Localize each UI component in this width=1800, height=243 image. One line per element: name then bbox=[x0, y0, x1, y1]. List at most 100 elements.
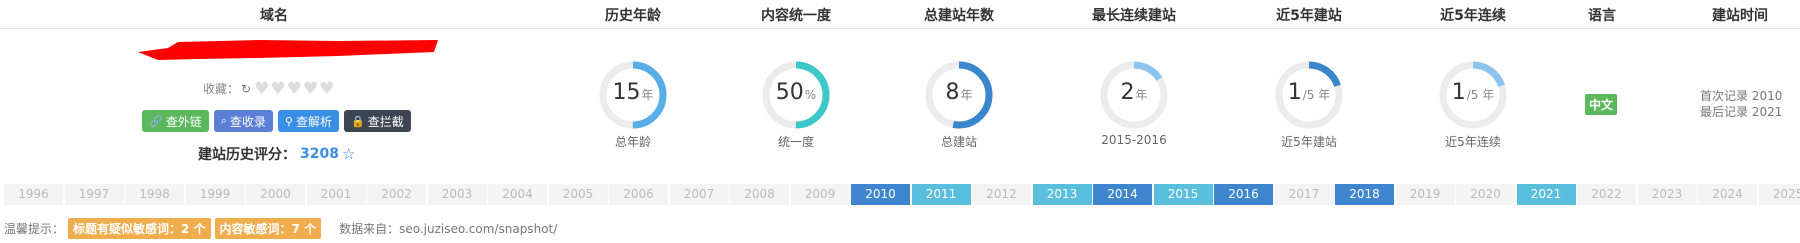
action-buttons: 🔗 查外链 ⌕ 查收录 ⚲ 查解析 🔒 查拦截 bbox=[142, 110, 411, 132]
header-language: 语言 bbox=[1588, 8, 1616, 24]
gauge-unit: % bbox=[804, 88, 817, 102]
year-cell[interactable]: 2007 bbox=[668, 184, 729, 205]
year-cell[interactable]: 1997 bbox=[63, 184, 124, 205]
gauge-label-total-age: 总年龄 bbox=[614, 135, 652, 149]
gauge-unit: 年 bbox=[1135, 88, 1148, 102]
gauge-uniformity: 50% bbox=[760, 59, 832, 131]
location-pin-icon: ⚲ bbox=[284, 114, 293, 128]
year-cell[interactable]: 2019 bbox=[1394, 184, 1455, 205]
header-longest-continuous: 最长连续建站 bbox=[1092, 8, 1176, 24]
header-history-age: 历史年龄 bbox=[605, 8, 661, 24]
header-content-uniformity: 内容统一度 bbox=[761, 8, 831, 24]
score-label: 建站历史评分： bbox=[198, 147, 296, 163]
year-cell[interactable]: 2023 bbox=[1636, 184, 1697, 205]
year-cell[interactable]: 2022 bbox=[1576, 184, 1636, 205]
lock-icon: 🔒 bbox=[350, 114, 365, 128]
gauge-value: 15 bbox=[612, 80, 641, 105]
language-badge: 中文 bbox=[1585, 94, 1618, 115]
gauge-longest-continuous: 2年 bbox=[1098, 59, 1170, 131]
header-recent5-build: 近5年建站 bbox=[1276, 8, 1342, 24]
year-cell[interactable]: 1999 bbox=[184, 184, 245, 205]
check-dns-label: 查解析 bbox=[295, 114, 332, 129]
heart-icon[interactable]: ♥ bbox=[287, 80, 302, 97]
year-cell[interactable]: 2025 bbox=[1757, 184, 1800, 205]
title-sensitive-badge[interactable]: 标题有疑似敏感词：2 个 bbox=[68, 218, 211, 239]
year-cell[interactable]: 2016 bbox=[1213, 184, 1273, 205]
header-build-time: 建站时间 bbox=[1712, 8, 1768, 24]
build-time: 首次记录 2010 最后记录 2021 bbox=[1700, 88, 1782, 120]
search-icon: ⌕ bbox=[220, 114, 227, 127]
year-cell[interactable]: 2001 bbox=[305, 184, 366, 205]
content-sensitive-badge[interactable]: 内容敏感词：7 个 bbox=[214, 218, 322, 239]
year-cell[interactable]: 1998 bbox=[124, 184, 184, 205]
tips-row: 温馨提示： 标题有疑似敏感词：2 个 内容敏感词：7 个 数据来自：seo.ju… bbox=[4, 218, 557, 239]
star-icon[interactable]: ☆ bbox=[342, 145, 355, 163]
gauge-recent5-continuous: 1/5 年 bbox=[1437, 59, 1509, 131]
year-cell[interactable]: 2008 bbox=[729, 184, 789, 205]
gauge-unit: 年 bbox=[960, 88, 973, 102]
check-block-button[interactable]: 🔒 查拦截 bbox=[343, 110, 411, 132]
year-cell[interactable]: 2004 bbox=[487, 184, 547, 205]
gauge-value: 1 bbox=[1287, 80, 1302, 105]
year-cell[interactable]: 2012 bbox=[971, 184, 1031, 205]
gauge-label-total-build: 总建站 bbox=[940, 135, 978, 149]
year-cell[interactable]: 2003 bbox=[426, 184, 487, 205]
check-index-button[interactable]: ⌕ 查收录 bbox=[213, 110, 273, 132]
year-timeline: 1996 1997 1998 1999 2000 2001 2002 2003 2004 2005… bbox=[3, 184, 1800, 205]
gauge-total-age: 15年 bbox=[597, 59, 669, 131]
gauge-label-uniformity: 统一度 bbox=[777, 135, 815, 149]
check-dns-button[interactable]: ⚲ 查解析 bbox=[277, 110, 339, 132]
year-cell[interactable]: 2024 bbox=[1697, 184, 1757, 205]
link-icon: 🔗 bbox=[149, 114, 163, 128]
year-cell[interactable]: 2015 bbox=[1152, 184, 1213, 205]
year-cell[interactable]: 2018 bbox=[1334, 184, 1394, 205]
last-record: 最后记录 2021 bbox=[1700, 105, 1783, 119]
score-value[interactable]: 3208 bbox=[300, 146, 339, 162]
gauge-label-longest-continuous: 2015-2016 bbox=[1101, 133, 1167, 147]
check-backlinks-button[interactable]: 🔗 查外链 bbox=[142, 110, 209, 132]
table-header: 域名 历史年龄 内容统一度 总建站年数 最长连续建站 近5年建站 近5年连续 语… bbox=[0, 0, 1800, 29]
gauge-unit: /5 年 bbox=[1466, 88, 1495, 102]
gauge-total-build: 8年 bbox=[923, 59, 995, 131]
year-cell[interactable]: 2017 bbox=[1273, 184, 1334, 205]
year-cell[interactable]: 1996 bbox=[3, 184, 63, 205]
gauge-value: 8 bbox=[945, 80, 960, 105]
gauge-recent5-build: 1/5 年 bbox=[1273, 59, 1345, 131]
header-domain: 域名 bbox=[260, 8, 288, 24]
heart-icon[interactable]: ♥ bbox=[303, 80, 318, 97]
gauge-label-recent5-continuous: 近5年连续 bbox=[1445, 135, 1501, 149]
heart-icon[interactable]: ♥ bbox=[319, 80, 334, 97]
favorites-label: 收藏： bbox=[203, 82, 240, 96]
gauge-unit: /5 年 bbox=[1302, 88, 1331, 102]
year-cell[interactable]: 2010 bbox=[850, 184, 910, 205]
tips-label: 温馨提示： bbox=[4, 222, 65, 236]
year-cell[interactable]: 2020 bbox=[1455, 184, 1515, 205]
gauge-value: 2 bbox=[1120, 80, 1135, 105]
check-backlinks-label: 查外链 bbox=[165, 114, 202, 129]
data-source: 数据来自：seo.juziseo.com/snapshot/ bbox=[339, 222, 558, 236]
favorites-row: 收藏： ↻ ♥ ♥ ♥ ♥ ♥ bbox=[203, 80, 334, 97]
heart-icon[interactable]: ♥ bbox=[254, 80, 269, 97]
check-block-label: 查拦截 bbox=[367, 114, 404, 129]
heart-icon[interactable]: ♥ bbox=[270, 80, 285, 97]
year-cell[interactable]: 2009 bbox=[789, 184, 850, 205]
header-total-build-years: 总建站年数 bbox=[924, 8, 994, 24]
year-cell[interactable]: 2000 bbox=[245, 184, 305, 205]
history-score: 建站历史评分： 3208 ☆ bbox=[198, 144, 355, 164]
header-recent5-continuous: 近5年连续 bbox=[1440, 8, 1506, 24]
year-cell[interactable]: 2011 bbox=[910, 184, 971, 205]
gauge-unit: 年 bbox=[641, 88, 654, 102]
first-record: 首次记录 2010 bbox=[1700, 89, 1783, 103]
redacted-domain bbox=[138, 40, 438, 60]
refresh-icon[interactable]: ↻ bbox=[241, 82, 251, 96]
check-index-label: 查收录 bbox=[229, 114, 266, 129]
year-cell[interactable]: 2014 bbox=[1092, 184, 1152, 205]
year-cell[interactable]: 2013 bbox=[1031, 184, 1092, 205]
year-cell[interactable]: 2006 bbox=[608, 184, 668, 205]
gauge-label-recent5-build: 近5年建站 bbox=[1281, 135, 1337, 149]
gauge-value: 50 bbox=[775, 80, 804, 105]
gauge-value: 1 bbox=[1451, 80, 1466, 105]
year-cell[interactable]: 2005 bbox=[547, 184, 608, 205]
year-cell[interactable]: 2002 bbox=[366, 184, 426, 205]
year-cell[interactable]: 2021 bbox=[1515, 184, 1576, 205]
